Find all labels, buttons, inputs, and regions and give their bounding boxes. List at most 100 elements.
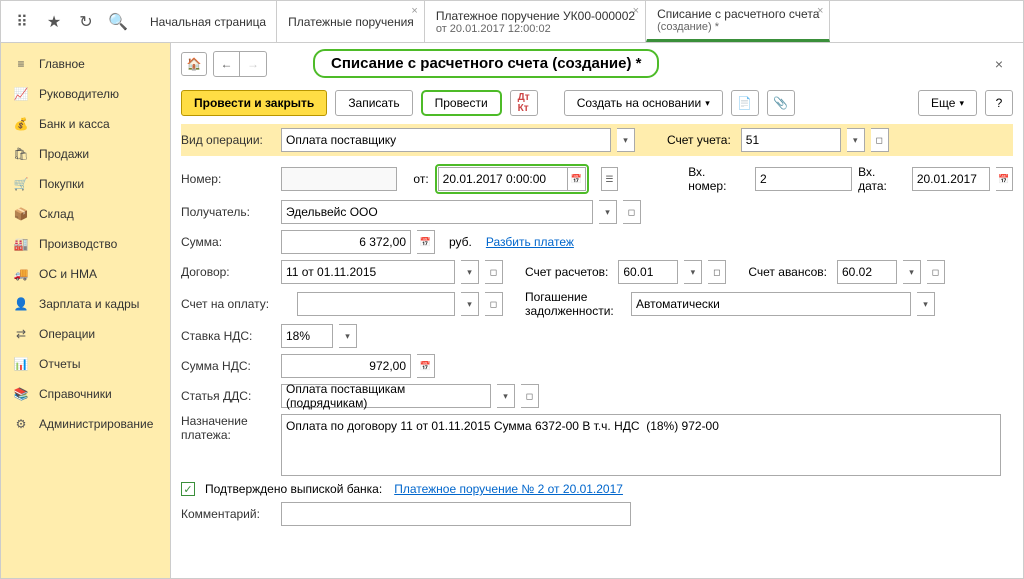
open-icon[interactable]: ◻ [521,384,539,408]
dropdown-icon[interactable]: ▾ [617,128,635,152]
sidebar-item-4[interactable]: 🛒Покупки [1,169,170,199]
in-number-field[interactable]: 2 [755,167,852,191]
topbar: ⠿ ★ ↻ 🔍 Начальная страница Платежные пор… [1,1,1023,43]
nav-label: Зарплата и кадры [39,297,139,311]
history-icon[interactable]: ↻ [77,13,95,31]
vat-sum-field[interactable]: 972,00 [281,354,411,378]
close-icon[interactable]: × [995,56,1003,72]
tab-home[interactable]: Начальная страница [139,1,277,42]
dropdown-icon[interactable]: ▾ [339,324,357,348]
tab-title: Платежное поручение УК00-000002 [436,9,635,23]
open-icon[interactable]: ◻ [871,128,889,152]
contract-label: Договор: [181,265,275,279]
dt-kt-button[interactable]: ДтКт [510,90,538,116]
dropdown-icon[interactable]: ▾ [461,292,479,316]
open-icon[interactable]: ◻ [927,260,945,284]
settlement-field[interactable]: 60.01 [618,260,678,284]
nav-icon: ≡ [13,57,29,71]
sidebar-item-11[interactable]: 📚Справочники [1,379,170,409]
dds-label: Статья ДДС: [181,389,275,403]
dds-field[interactable]: Оплата поставщикам (подрядчикам) [281,384,491,408]
sidebar-item-7[interactable]: 🚚ОС и НМА [1,259,170,289]
tab-title: Платежные поручения [288,15,414,29]
dropdown-icon[interactable]: ▾ [684,260,702,284]
account-field[interactable]: 51 [741,128,841,152]
calc-icon[interactable]: 📅 [417,354,435,378]
sidebar-item-3[interactable]: 🛍Продажи [1,139,170,169]
open-icon[interactable]: ◻ [485,260,503,284]
dropdown-icon[interactable]: ▾ [497,384,515,408]
debt-field[interactable]: Автоматически [631,292,911,316]
apps-icon[interactable]: ⠿ [13,13,31,31]
tabs: Начальная страница Платежные поручения ×… [139,1,1023,42]
purpose-label: Назначение платежа: [181,414,275,442]
sidebar-item-10[interactable]: 📊Отчеты [1,349,170,379]
star-icon[interactable]: ★ [45,13,63,31]
save-button[interactable]: Записать [335,90,412,116]
open-icon[interactable]: ◻ [708,260,726,284]
tab-payment-orders[interactable]: Платежные поручения × [277,1,425,42]
forward-button[interactable]: → [240,52,266,76]
attach-button[interactable]: 📎 [767,90,795,116]
contract-field[interactable]: 11 от 01.11.2015 [281,260,455,284]
in-date-field[interactable]: 20.01.2017 [912,167,990,191]
post-and-close-button[interactable]: Провести и закрыть [181,90,327,116]
nav-icon: 🛍 [13,147,29,161]
purpose-field[interactable] [281,414,1001,476]
from-label: от: [413,172,428,186]
sidebar-item-6[interactable]: 🏭Производство [1,229,170,259]
sidebar-item-2[interactable]: 💰Банк и касса [1,109,170,139]
help-button[interactable]: ? [985,90,1013,116]
back-button[interactable]: ← [214,52,240,76]
calc-icon[interactable]: 📅 [417,230,435,254]
topbar-icons: ⠿ ★ ↻ 🔍 [1,13,139,31]
date-field[interactable]: 20.01.2017 0:00:00 [438,167,568,191]
confirmed-link[interactable]: Платежное поручение № 2 от 20.01.2017 [394,482,623,496]
sidebar-item-5[interactable]: 📦Склад [1,199,170,229]
tab-sub: от 20.01.2017 12:00:02 [436,23,635,35]
dropdown-icon[interactable]: ▾ [599,200,617,224]
more-button[interactable]: Еще ▾ [918,90,977,116]
debt-label: Погашение задолженности: [525,290,625,318]
nav-label: Операции [39,327,95,341]
sidebar-item-1[interactable]: 📈Руководителю [1,79,170,109]
tab-writeoff[interactable]: Списание с расчетного счета (создание) *… [646,1,830,42]
print-button[interactable]: 📄 [731,90,759,116]
vat-rate-field[interactable]: 18% [281,324,333,348]
sum-field[interactable]: 6 372,00 [281,230,411,254]
open-icon[interactable]: ◻ [485,292,503,316]
search-icon[interactable]: 🔍 [109,13,127,31]
create-based-button[interactable]: Создать на основании ▾ [564,90,723,116]
tab-payment-order-doc[interactable]: Платежное поручение УК00-000002 от 20.01… [425,1,646,42]
recipient-field[interactable]: Эдельвейс ООО [281,200,593,224]
calendar-icon[interactable]: 📅 [568,167,586,191]
comment-field[interactable] [281,502,631,526]
nav-icon: 📊 [13,357,29,371]
post-button[interactable]: Провести [421,90,502,116]
home-button[interactable]: 🏠 [181,52,207,76]
invoice-field[interactable] [297,292,455,316]
close-icon[interactable]: × [817,5,823,17]
split-payment-link[interactable]: Разбить платеж [486,235,574,249]
dropdown-icon[interactable]: ▾ [903,260,921,284]
sidebar-item-8[interactable]: 👤 Зарплата и кадры [1,289,170,319]
number-field[interactable] [281,167,397,191]
dropdown-icon[interactable]: ▾ [461,260,479,284]
open-icon[interactable]: ◻ [623,200,641,224]
sidebar-item-9[interactable]: ⇄Операции [1,319,170,349]
dropdown-icon[interactable]: ▾ [847,128,865,152]
close-icon[interactable]: × [633,5,639,17]
dropdown-icon[interactable]: ▾ [917,292,935,316]
confirmed-checkbox[interactable]: ✓ [181,482,195,496]
op-type-field[interactable]: Оплата поставщику [281,128,611,152]
nav-icon: 👤 [13,297,29,311]
advance-field[interactable]: 60.02 [837,260,897,284]
nav-label: Производство [39,237,117,251]
extra-icon[interactable]: ☰ [601,167,618,191]
in-date-label: Вх. дата: [858,165,906,193]
sidebar-item-0[interactable]: ≡Главное [1,49,170,79]
nav-label: Склад [39,207,74,221]
sidebar-item-12[interactable]: ⚙Администрирование [1,409,170,439]
close-icon[interactable]: × [411,5,417,17]
calendar-icon[interactable]: 📅 [996,167,1013,191]
